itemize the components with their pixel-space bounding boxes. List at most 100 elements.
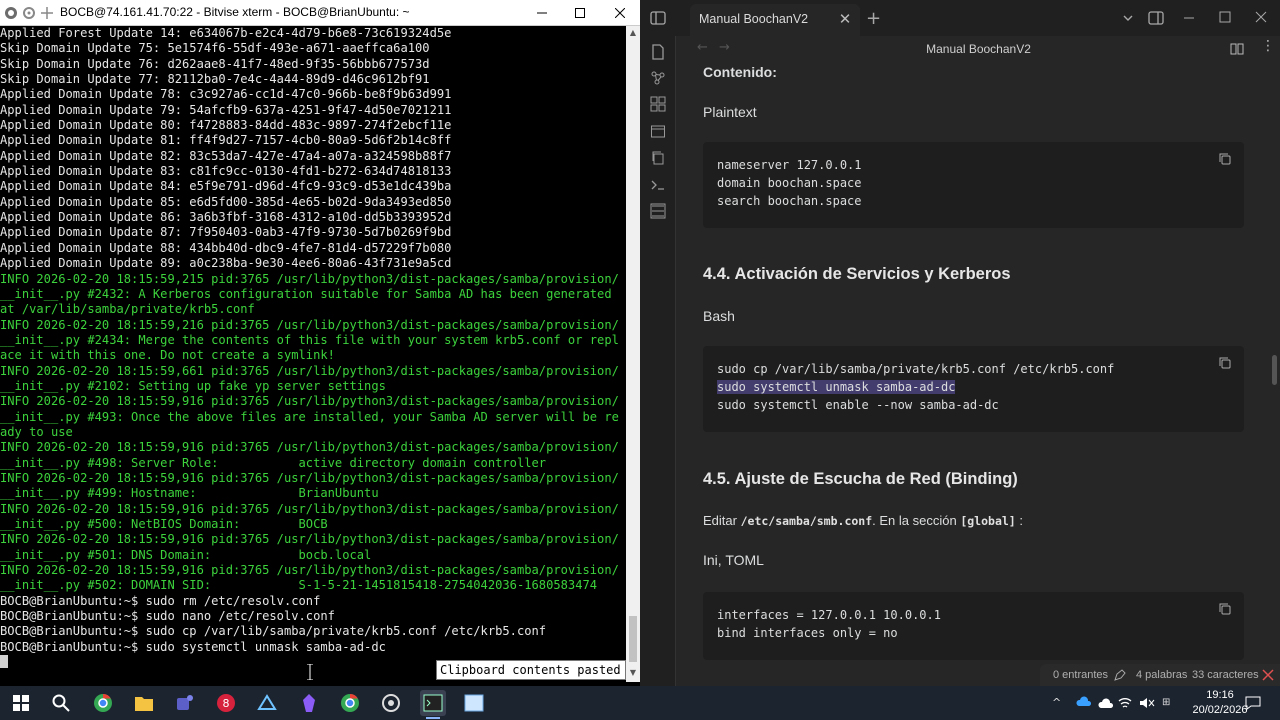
canvas-icon[interactable] — [650, 96, 666, 112]
new-note-icon[interactable] — [650, 44, 666, 60]
terminal-line: INFO 2026-02-20 18:15:59,216 pid:3765 /u… — [0, 317, 619, 332]
terminal-line: at /var/lib/samba/private/krb5.conf — [0, 302, 255, 317]
system-clock[interactable]: 19:16 20/02/2026 — [1192, 688, 1248, 718]
sidebar-toggle-icon[interactable] — [650, 10, 666, 26]
terminal-title: BOCB@74.161.41.70:22 - Bitvise xterm - B… — [60, 5, 410, 19]
notification-icon[interactable] — [1245, 696, 1261, 710]
scroll-up-icon[interactable]: ▲ — [626, 26, 640, 40]
tab-manual[interactable]: Manual BoochanV2 ✕ — [690, 4, 860, 36]
terminal-line: Applied Domain Update 78: c3c927a6-cc1d-… — [0, 87, 452, 102]
gear-icon[interactable] — [22, 6, 36, 20]
scroll-thumb[interactable] — [629, 616, 637, 662]
terminal-line: INFO 2026-02-20 18:15:59,916 pid:3765 /u… — [0, 440, 619, 455]
inline-code: /etc/samba/smb.conf — [740, 514, 873, 528]
terminal-line: __init__.py #500: NetBIOS Domain: BOCB — [0, 517, 328, 531]
code-line: domain boochan.space — [717, 176, 862, 190]
close-icon[interactable] — [1255, 11, 1267, 23]
teams-taskbar-app[interactable] — [172, 690, 198, 716]
minimize-button[interactable] — [522, 0, 562, 26]
code-line: bind interfaces only = no — [717, 626, 898, 640]
code-block[interactable]: interfaces = 127.0.0.1 10.0.0.1 bind int… — [703, 592, 1244, 660]
tab-close-icon[interactable]: ✕ — [836, 10, 854, 28]
terminal-line: INFO 2026-02-20 18:15:59,215 pid:3765 /u… — [0, 271, 619, 286]
terminal-titlebar[interactable]: BOCB@74.161.41.70:22 - Bitvise xterm - B… — [0, 0, 640, 26]
terminal-line: Applied Domain Update 89: a0c238ba-9e30-… — [0, 256, 452, 271]
terminal-line: __init__.py #498: Server Role: active di… — [0, 455, 547, 470]
cloud-icon[interactable] — [1098, 696, 1114, 710]
wifi-icon[interactable] — [1118, 696, 1132, 710]
onedrive-icon[interactable] — [1076, 696, 1092, 708]
code-block[interactable]: sudo cp /var/lib/samba/private/krb5.conf… — [703, 346, 1244, 432]
search-button[interactable] — [48, 690, 74, 716]
copy-icon[interactable] — [1218, 152, 1232, 166]
chrome-taskbar-app[interactable] — [90, 690, 116, 716]
page-title[interactable]: Manual BoochanV2 — [677, 42, 1280, 56]
note-scrollbar[interactable] — [1272, 355, 1277, 385]
obsidian-icon — [303, 694, 315, 712]
tab-label: Manual BoochanV2 — [699, 12, 809, 26]
explorer-taskbar-app[interactable] — [131, 690, 157, 716]
vpn-taskbar-app[interactable] — [254, 690, 280, 716]
terminal-line: __init__.py #2102: Setting up fake yp se… — [0, 378, 386, 393]
reading-view-icon[interactable] — [1230, 42, 1244, 56]
outline-icon[interactable] — [650, 203, 666, 219]
backlinks-count[interactable]: 0 entrantes — [1053, 669, 1108, 681]
terminal-scrollbar[interactable]: ▲ ▼ — [626, 26, 640, 682]
copy-icon[interactable] — [1218, 356, 1232, 370]
tray-chevron-up-icon[interactable]: ^ — [1052, 696, 1061, 709]
maximize-icon[interactable] — [1219, 11, 1231, 23]
edit-text: Editar — [703, 513, 737, 528]
pencil-icon[interactable] — [1114, 669, 1126, 681]
edit-text: . En la sección — [872, 513, 957, 528]
terminal-line: __init__.py #502: DOMAIN SID: S-1-5-21-1… — [0, 578, 598, 593]
code-lang-label: Plaintext — [703, 104, 757, 120]
contenido-label: Contenido: — [703, 64, 777, 80]
xterm-taskbar-app[interactable] — [420, 690, 446, 719]
copy-icon[interactable] — [650, 150, 666, 166]
maximize-button[interactable] — [560, 0, 600, 26]
obsidian-taskbar-app[interactable] — [296, 690, 322, 716]
close-icon — [615, 8, 625, 18]
code-lang-label: Ini, TOML — [703, 552, 764, 568]
search-icon — [52, 694, 70, 712]
sftp-taskbar-app[interactable] — [461, 690, 487, 716]
minimize-icon[interactable] — [1183, 12, 1195, 24]
terminal-output[interactable]: Applied Forest Update 14: e634067b-e2c4-… — [0, 26, 626, 682]
terminal-line: BOCB@BrianUbuntu:~$ sudo nano /etc/resol… — [0, 609, 335, 624]
copy-icon[interactable] — [1218, 602, 1232, 616]
inline-code: [global] — [960, 514, 1016, 528]
status-bar: 0 entrantes 4 palabras 33 caracteres — [1040, 664, 1280, 686]
new-tab-icon[interactable]: + — [866, 8, 881, 29]
ime-indicator-icon[interactable]: ⊞ — [1162, 697, 1170, 708]
terminal-line: __init__.py #493: Once the above files a… — [0, 409, 619, 424]
more-options-icon[interactable]: ⋮ — [1261, 38, 1275, 54]
calendar-icon[interactable] — [650, 123, 666, 139]
code-line-selected: sudo systemctl unmask samba-ad-dc — [717, 380, 956, 394]
volume-muted-icon[interactable] — [1139, 696, 1155, 710]
close-button[interactable] — [600, 0, 640, 26]
terminal-line: Applied Domain Update 79: 54afcfb9-637a-… — [0, 102, 452, 117]
terminal-line: Applied Domain Update 86: 3a6b3fbf-3168-… — [0, 210, 452, 225]
code-line: sudo systemctl enable --now samba-ad-dc — [717, 398, 999, 412]
code-block[interactable]: nameserver 127.0.0.1 domain boochan.spac… — [703, 142, 1244, 228]
right-sidebar-icon[interactable] — [1148, 10, 1164, 26]
terminal-line: __init__.py #2434: Merge the contents of… — [0, 332, 619, 347]
scroll-down-icon[interactable]: ▼ — [626, 666, 640, 680]
move-icon[interactable] — [40, 6, 54, 20]
chevron-down-icon[interactable] — [1122, 12, 1134, 24]
chrome-taskbar-app-2[interactable] — [337, 690, 363, 716]
bitvise-taskbar-app[interactable] — [378, 690, 404, 716]
terminal-line: INFO 2026-02-20 18:15:59,916 pid:3765 /u… — [0, 501, 619, 516]
terminal-line: Skip Domain Update 75: 5e1574f6-55df-493… — [0, 41, 430, 56]
app-red-taskbar-app[interactable]: 8 — [213, 690, 239, 716]
terminal-line: BOCB@BrianUbuntu:~$ sudo cp /var/lib/sam… — [0, 624, 547, 639]
windows-taskbar: 8 ^ ⊞ 19:16 20/02/2026 — [0, 686, 1280, 720]
note-content[interactable]: Contenido: Plaintext nameserver 127.0.0.… — [677, 62, 1271, 664]
start-button[interactable] — [8, 690, 34, 716]
sync-error-icon[interactable] — [1262, 669, 1274, 681]
graph-icon[interactable] — [650, 70, 666, 86]
terminal-icon[interactable] — [650, 177, 666, 193]
note-header: ← → Manual BoochanV2 ⋮ — [677, 36, 1280, 62]
terminal-line: ady to use — [0, 424, 73, 439]
terminal-line: Skip Domain Update 76: d262aae8-41f7-48e… — [0, 56, 430, 71]
